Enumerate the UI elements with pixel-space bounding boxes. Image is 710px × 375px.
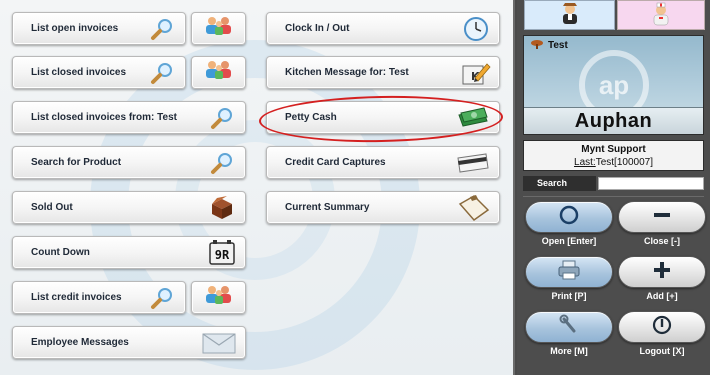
button-label: Search for Product — [31, 157, 122, 168]
printer-icon — [555, 259, 583, 286]
button-label: Current Summary — [285, 202, 370, 213]
session-panel: Test ap Auphan Mynt Support Last:Test[10… — [517, 0, 710, 375]
tab-waiter[interactable] — [524, 0, 615, 30]
logout-button[interactable] — [618, 311, 706, 343]
plus-icon — [648, 259, 676, 286]
minus-icon — [648, 204, 676, 231]
list-credit-invoices-button[interactable]: List credit invoices — [12, 281, 186, 314]
button-label: List closed invoices from: Test — [31, 112, 177, 123]
open-button[interactable] — [525, 201, 613, 233]
magnifier-icon — [147, 60, 177, 86]
magnifier-icon — [207, 150, 237, 176]
clock-icon — [461, 16, 491, 42]
print-button[interactable] — [525, 256, 613, 288]
add-label: Add [+] — [646, 291, 678, 301]
button-label: Clock In / Out — [285, 23, 350, 34]
credit-invoices-customers-button[interactable] — [191, 281, 246, 314]
envelope-icon — [201, 330, 237, 356]
more-label: More [M] — [550, 346, 588, 356]
tab-nurse[interactable] — [617, 0, 705, 30]
button-label: List closed invoices — [31, 67, 127, 78]
count-down-digits: 9R — [215, 248, 230, 262]
more-button[interactable] — [525, 311, 613, 343]
nurse-icon — [648, 0, 674, 31]
people-icon — [203, 15, 235, 42]
magnifier-icon — [147, 285, 177, 311]
current-user: Test — [530, 39, 568, 52]
waiter-icon — [557, 0, 583, 31]
last-label: Last: — [574, 157, 596, 168]
function-panel: List open invoices List closed invoices … — [0, 0, 515, 375]
power-icon — [648, 314, 676, 341]
box-icon — [207, 195, 237, 221]
brand-name: Auphan — [524, 107, 703, 134]
button-label: Employee Messages — [31, 337, 129, 348]
search-for-product-button[interactable]: Search for Product — [12, 146, 246, 179]
people-icon — [203, 284, 235, 311]
credit-card-icon — [455, 150, 491, 176]
magnifier-icon — [207, 105, 237, 131]
ap-logo-text: ap — [598, 69, 630, 100]
sold-out-button[interactable]: Sold Out — [12, 191, 246, 224]
brand-label: Auphan — [574, 109, 653, 132]
keyboard-pencil-icon: K — [461, 60, 491, 86]
search-input[interactable] — [598, 177, 704, 190]
add-button[interactable] — [618, 256, 706, 288]
print-label: Print [P] — [551, 291, 587, 301]
closed-invoices-customers-button[interactable] — [191, 56, 246, 89]
button-label: Sold Out — [31, 202, 73, 213]
employee-name: Mynt Support — [581, 144, 646, 155]
clock-in-out-button[interactable]: Clock In / Out — [266, 12, 500, 45]
divider — [523, 196, 704, 197]
current-user-name: Test — [548, 40, 568, 51]
button-label: List open invoices — [31, 23, 119, 34]
kitchen-message-button[interactable]: Kitchen Message for: Test K — [266, 56, 500, 89]
circle-icon — [555, 204, 583, 231]
button-label: Credit Card Captures — [285, 157, 386, 168]
hat-icon — [530, 39, 544, 52]
button-label: Count Down — [31, 247, 90, 258]
wrench-icon — [555, 314, 583, 341]
people-icon — [203, 59, 235, 86]
last-value: Test[100007] — [595, 157, 653, 168]
employee-info: Mynt Support Last:Test[100007] — [523, 140, 704, 171]
logout-label: Logout [X] — [639, 346, 685, 356]
close-label: Close [-] — [644, 236, 680, 246]
button-label: Kitchen Message for: Test — [285, 67, 409, 78]
list-open-invoices-button[interactable]: List open invoices — [12, 12, 186, 45]
user-logo-panel: Test ap Auphan — [523, 35, 704, 135]
magnifier-icon — [147, 16, 177, 42]
open-invoices-customers-button[interactable] — [191, 12, 246, 45]
button-label: List credit invoices — [31, 292, 122, 303]
employee-messages-button[interactable]: Employee Messages — [12, 326, 246, 359]
list-closed-invoices-from-button[interactable]: List closed invoices from: Test — [12, 101, 246, 134]
credit-card-captures-button[interactable]: Credit Card Captures — [266, 146, 500, 179]
search-row: Search — [523, 176, 704, 191]
last-login: Last:Test[100007] — [524, 156, 703, 169]
list-closed-invoices-button[interactable]: List closed invoices — [12, 56, 186, 89]
count-down-button[interactable]: Count Down 9R — [12, 236, 246, 269]
open-label: Open [Enter] — [541, 236, 597, 246]
clipboard-icon — [455, 194, 491, 221]
search-label: Search — [523, 176, 596, 191]
current-summary-button[interactable]: Current Summary — [266, 191, 500, 224]
counter-display-icon: 9R — [207, 239, 237, 266]
close-button[interactable] — [618, 201, 706, 233]
